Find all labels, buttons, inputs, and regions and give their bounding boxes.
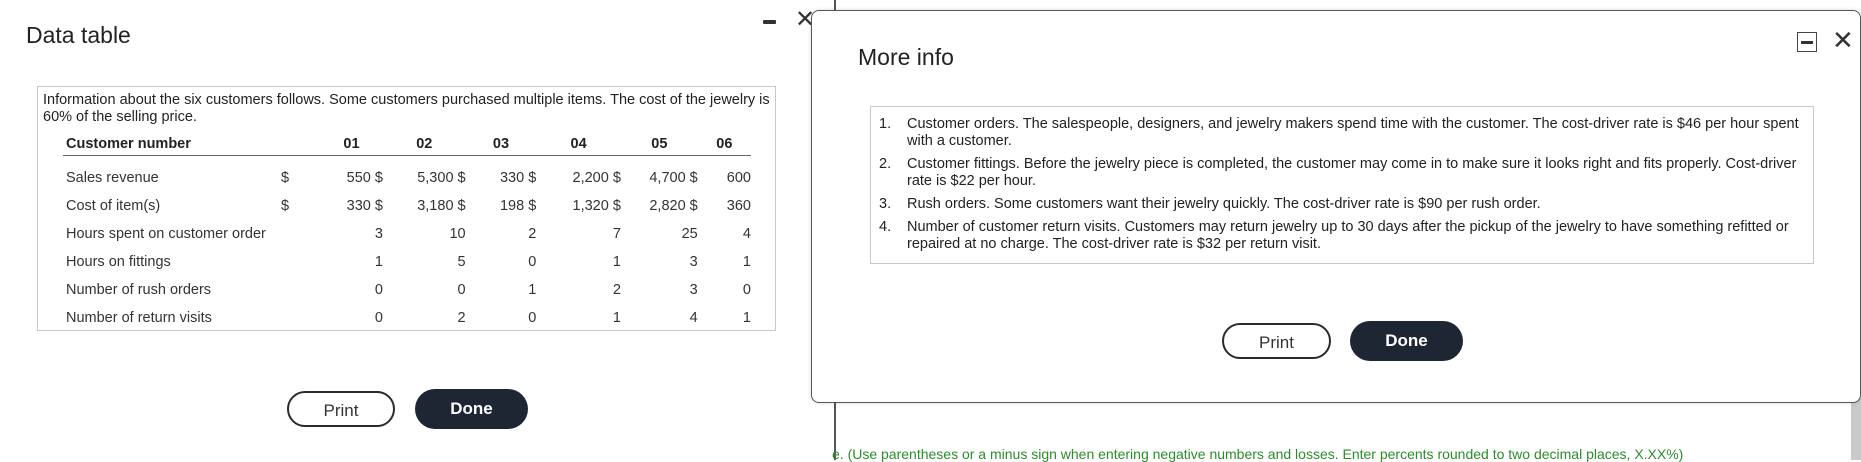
table-cell: 4,700 $ xyxy=(649,170,698,186)
table-cell: 5,300 $ xyxy=(417,170,466,186)
column-header: 06 xyxy=(697,133,751,156)
table-cell: 0 xyxy=(528,254,537,270)
print-button[interactable]: Print xyxy=(287,391,395,427)
table-cell: 600 xyxy=(726,170,751,186)
table-cell: 3 xyxy=(689,282,698,298)
currency-symbol xyxy=(277,304,320,332)
table-cell: 4 xyxy=(689,310,698,326)
column-header-label: Customer number xyxy=(63,133,277,156)
row-label: Number of return visits xyxy=(66,310,212,326)
column-header: 05 xyxy=(620,133,698,156)
customer-data-table: Customer number 01 02 03 04 05 06 Sales … xyxy=(63,133,751,332)
table-cell: 2,820 $ xyxy=(649,198,698,214)
table-cell: 360 xyxy=(726,198,751,214)
column-header: 03 xyxy=(465,133,537,156)
table-cell: 330 $ xyxy=(346,198,383,214)
minimize-icon[interactable] xyxy=(763,20,776,24)
column-header: 02 xyxy=(382,133,466,156)
table-cell: 7 xyxy=(612,226,621,242)
row-label: Hours on fittings xyxy=(66,254,171,270)
table-cell: 0 xyxy=(528,310,537,326)
table-cell: 1,320 $ xyxy=(572,198,621,214)
list-number: 3. xyxy=(879,196,892,212)
currency-symbol: $ xyxy=(280,170,290,186)
table-row: Sales revenue $ 550 $ 5,300 $ 330 $ 2,20… xyxy=(63,156,751,193)
table-cell: 198 $ xyxy=(499,198,537,214)
table-row: Cost of item(s) $ 330 $ 3,180 $ 198 $ 1,… xyxy=(63,192,751,220)
table-cell: 5 xyxy=(457,254,466,270)
table-intro: Information about the six customers foll… xyxy=(43,92,770,125)
table-cell: 10 xyxy=(449,226,466,242)
row-label: Sales revenue xyxy=(66,170,159,186)
table-cell: 0 xyxy=(742,282,751,298)
row-label: Hours spent on customer order xyxy=(66,226,266,242)
dialog-title: Data table xyxy=(26,22,131,48)
list-number: 4. xyxy=(879,219,892,235)
done-button[interactable]: Done xyxy=(1350,321,1463,361)
table-row: Hours spent on customer order 3 10 2 7 2… xyxy=(63,220,751,248)
list-item-text: Customer fittings. Before the jewelry pi… xyxy=(907,156,1797,189)
table-cell: 3 xyxy=(689,254,698,270)
table-header-row: Customer number 01 02 03 04 05 06 xyxy=(63,133,751,156)
list-item-text: Rush orders. Some customers want their j… xyxy=(907,196,1541,212)
list-item-text: Number of customer return visits. Custom… xyxy=(907,219,1789,252)
list-item: 4. Number of customer return visits. Cus… xyxy=(878,219,1808,253)
print-button[interactable]: Print xyxy=(1222,323,1331,359)
currency-symbol: $ xyxy=(280,198,290,214)
background-scrollbar[interactable] xyxy=(1851,398,1861,460)
list-item: 3. Rush orders. Some customers want thei… xyxy=(878,196,1808,213)
column-header: 04 xyxy=(536,133,621,156)
table-cell: 550 $ xyxy=(346,170,383,186)
currency-symbol xyxy=(277,220,320,248)
list-number: 1. xyxy=(879,116,892,132)
table-cell: 3 xyxy=(374,226,383,242)
table-cell: 1 xyxy=(742,254,751,270)
table-cell: 2,200 $ xyxy=(572,170,621,186)
dialog-title: More info xyxy=(858,44,954,70)
more-info-list: 1. Customer orders. The salespeople, des… xyxy=(878,116,1808,259)
table-cell: 0 xyxy=(457,282,466,298)
table-cell: 1 xyxy=(528,282,537,298)
table-cell: 3,180 $ xyxy=(417,198,466,214)
done-button[interactable]: Done xyxy=(415,389,528,429)
currency-symbol xyxy=(277,248,320,276)
table-row: Number of rush orders 0 0 1 2 3 0 xyxy=(63,276,751,304)
table-row: Number of return visits 0 2 0 1 4 1 xyxy=(63,304,751,332)
table-cell: 2 xyxy=(457,310,466,326)
table-cell: 1 xyxy=(374,254,383,270)
table-cell: 1 xyxy=(612,310,621,326)
table-cell: 0 xyxy=(374,282,383,298)
table-cell: 0 xyxy=(374,310,383,326)
table-cell: 330 $ xyxy=(499,170,537,186)
table-cell: 1 xyxy=(742,310,751,326)
currency-symbol xyxy=(277,276,320,304)
minimize-icon[interactable] xyxy=(1797,32,1817,52)
table-cell: 1 xyxy=(612,254,621,270)
table-cell: 25 xyxy=(681,226,698,242)
list-item: 2. Customer fittings. Before the jewelry… xyxy=(878,156,1808,190)
list-number: 2. xyxy=(879,156,892,172)
table-row: Hours on fittings 1 5 0 1 3 1 xyxy=(63,248,751,276)
column-header: 01 xyxy=(320,133,383,156)
table-cell: 2 xyxy=(528,226,537,242)
row-label: Cost of item(s) xyxy=(66,198,161,214)
table-cell: 4 xyxy=(742,226,751,242)
list-item-text: Customer orders. The salespeople, design… xyxy=(907,116,1799,149)
list-item: 1. Customer orders. The salespeople, des… xyxy=(878,116,1808,150)
close-icon[interactable]: ✕ xyxy=(1832,24,1854,56)
row-label: Number of rush orders xyxy=(66,282,212,298)
table-cell: 2 xyxy=(612,282,621,298)
